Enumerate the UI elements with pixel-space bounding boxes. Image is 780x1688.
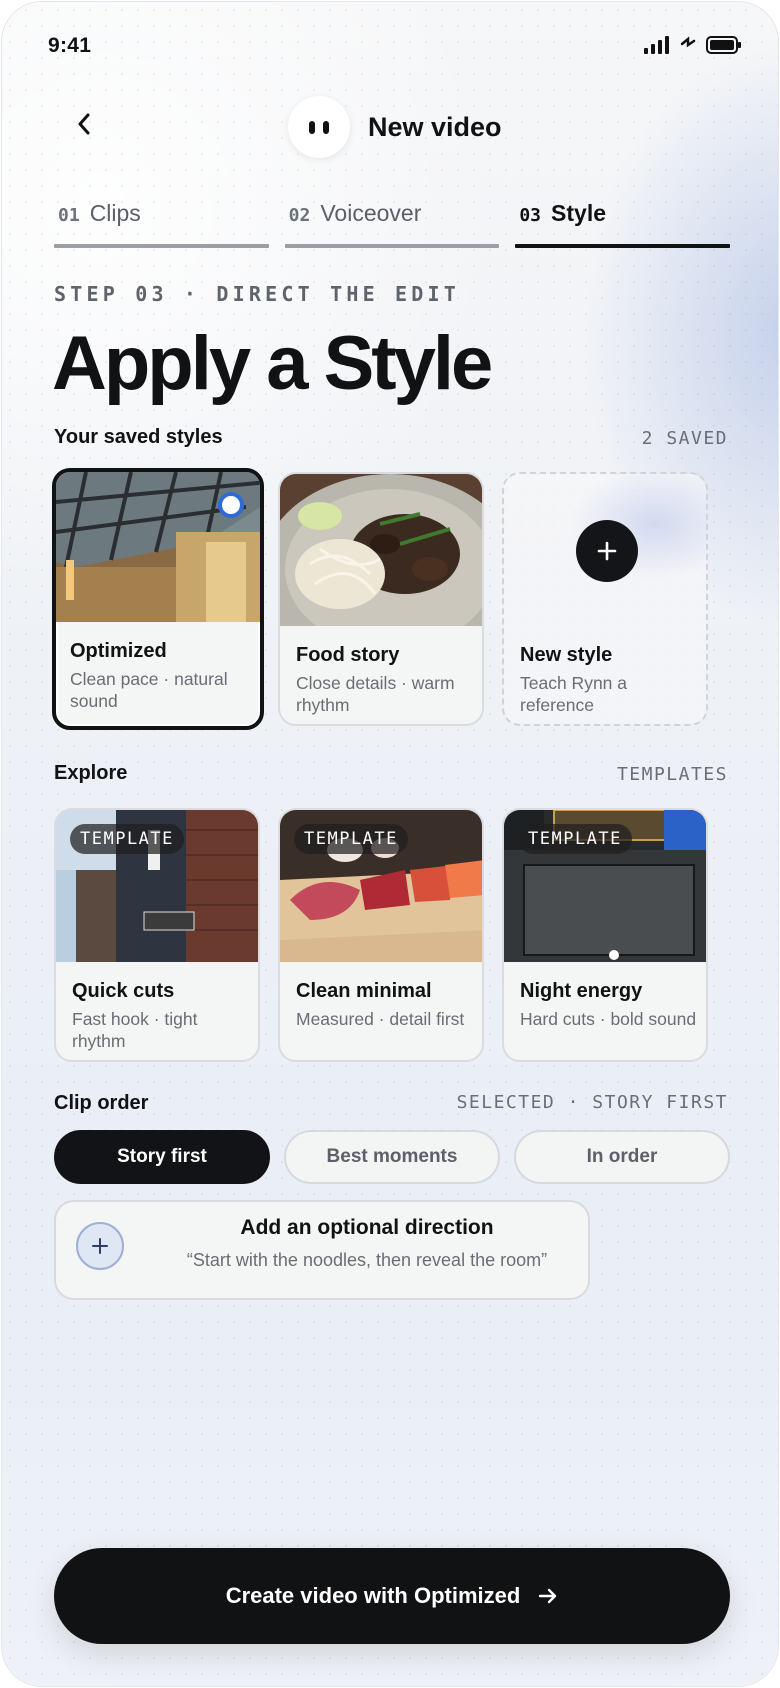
clip-order-title: Clip order	[54, 1092, 149, 1114]
template-card-clean-minimal[interactable]: TEMPLATE Clean minimal Measured · detail…	[278, 808, 484, 1062]
tab-clips[interactable]: 01 Clips	[54, 196, 269, 248]
status-icons	[644, 36, 742, 54]
step-label: Style	[551, 200, 607, 226]
clip-order-story-first[interactable]: Story first	[54, 1130, 270, 1184]
style-card-food-story[interactable]: Food story Close details · warm rhythm	[278, 472, 484, 726]
step-label: Clips	[89, 200, 141, 226]
page-title: New video	[368, 112, 502, 142]
new-style-card[interactable]: New style Teach Rynn a reference	[502, 472, 708, 726]
template-card-title: Quick cuts	[72, 980, 175, 1002]
chevron-left-icon	[78, 113, 90, 135]
back-button[interactable]	[64, 104, 104, 144]
style-card-subtitle: Close details · warm rhythm	[296, 673, 455, 715]
style-card-subtitle: Clean pace · natural sound	[70, 669, 228, 711]
main-heading: Apply a Style	[52, 321, 493, 406]
template-card-title: Clean minimal	[296, 980, 432, 1002]
direction-title: Add an optional direction	[240, 1216, 494, 1239]
app-logo-icon	[288, 96, 350, 158]
tab-voiceover[interactable]: 02 Voiceover	[284, 196, 500, 248]
style-card-subtitle: Teach Rynn a reference	[520, 673, 628, 715]
template-tag: TEMPLATE	[294, 824, 408, 854]
step-progress-bar	[54, 244, 269, 248]
step-eyebrow: STEP 03 · DIRECT THE EDIT	[54, 282, 461, 306]
explore-meta: TEMPLATES	[616, 764, 728, 785]
style-card-optimized[interactable]: Optimized Clean pace · natural sound	[52, 468, 264, 730]
add-direction-card[interactable]: Add an optional direction “Start with th…	[54, 1200, 590, 1300]
step-progress-bar	[284, 244, 500, 248]
tab-style[interactable]: 03 Style	[515, 196, 731, 248]
template-card-subtitle: Hard cuts · bold sound	[520, 1009, 697, 1029]
style-card-title: Optimized	[70, 640, 167, 662]
step-number: 01	[58, 205, 80, 226]
plus-icon	[597, 541, 617, 561]
clip-order-meta: SELECTED · STORY FIRST	[456, 1092, 728, 1113]
template-card-subtitle: Fast hook · tight rhythm	[72, 1009, 198, 1051]
step-number: 03	[519, 205, 542, 226]
template-card-night-energy[interactable]: TEMPLATE Night energy Hard cuts · bold s…	[502, 808, 708, 1062]
phone-screen: 9:41 New video 01 Clips 02 Voiceover 03 …	[2, 2, 778, 1686]
battery-icon	[706, 36, 741, 54]
create-video-label: Create video with Optimized	[225, 1583, 521, 1608]
template-card-subtitle: Measured · detail first	[296, 1009, 465, 1029]
clip-order-options: Story first Best moments In order	[54, 1130, 730, 1184]
template-tag: TEMPLATE	[70, 824, 184, 854]
style-card-title: Food story	[296, 644, 400, 666]
step-label: Voiceover	[320, 200, 422, 226]
step-progress-bar	[515, 244, 731, 248]
template-card-quick-cuts[interactable]: TEMPLATE Quick cuts Fast hook · tight rh…	[54, 808, 260, 1062]
create-video-button[interactable]: Create video with Optimized	[54, 1548, 730, 1644]
clip-order-best-moments[interactable]: Best moments	[284, 1130, 500, 1184]
step-tabs: 01 Clips 02 Voiceover 03 Style	[54, 196, 731, 248]
selected-radio-icon	[218, 492, 244, 518]
template-card-title: Night energy	[520, 980, 643, 1002]
direction-placeholder: “Start with the noodles, then reveal the…	[186, 1250, 548, 1270]
style-card-title: New style	[520, 644, 613, 666]
signal-icon	[644, 36, 669, 54]
step-number: 02	[288, 205, 311, 226]
add-style-button[interactable]	[576, 520, 638, 582]
arrow-right-icon	[539, 1588, 557, 1604]
noodle-photo	[280, 474, 482, 626]
clip-order-in-order[interactable]: In order	[514, 1130, 730, 1184]
status-time: 9:41	[48, 34, 92, 57]
saved-styles-title: Your saved styles	[54, 426, 223, 448]
saved-count: 2 SAVED	[641, 428, 728, 449]
template-tag: TEMPLATE	[518, 824, 632, 854]
style-thumbnail	[280, 474, 482, 626]
wifi-icon	[680, 36, 696, 48]
explore-title: Explore	[54, 762, 128, 784]
